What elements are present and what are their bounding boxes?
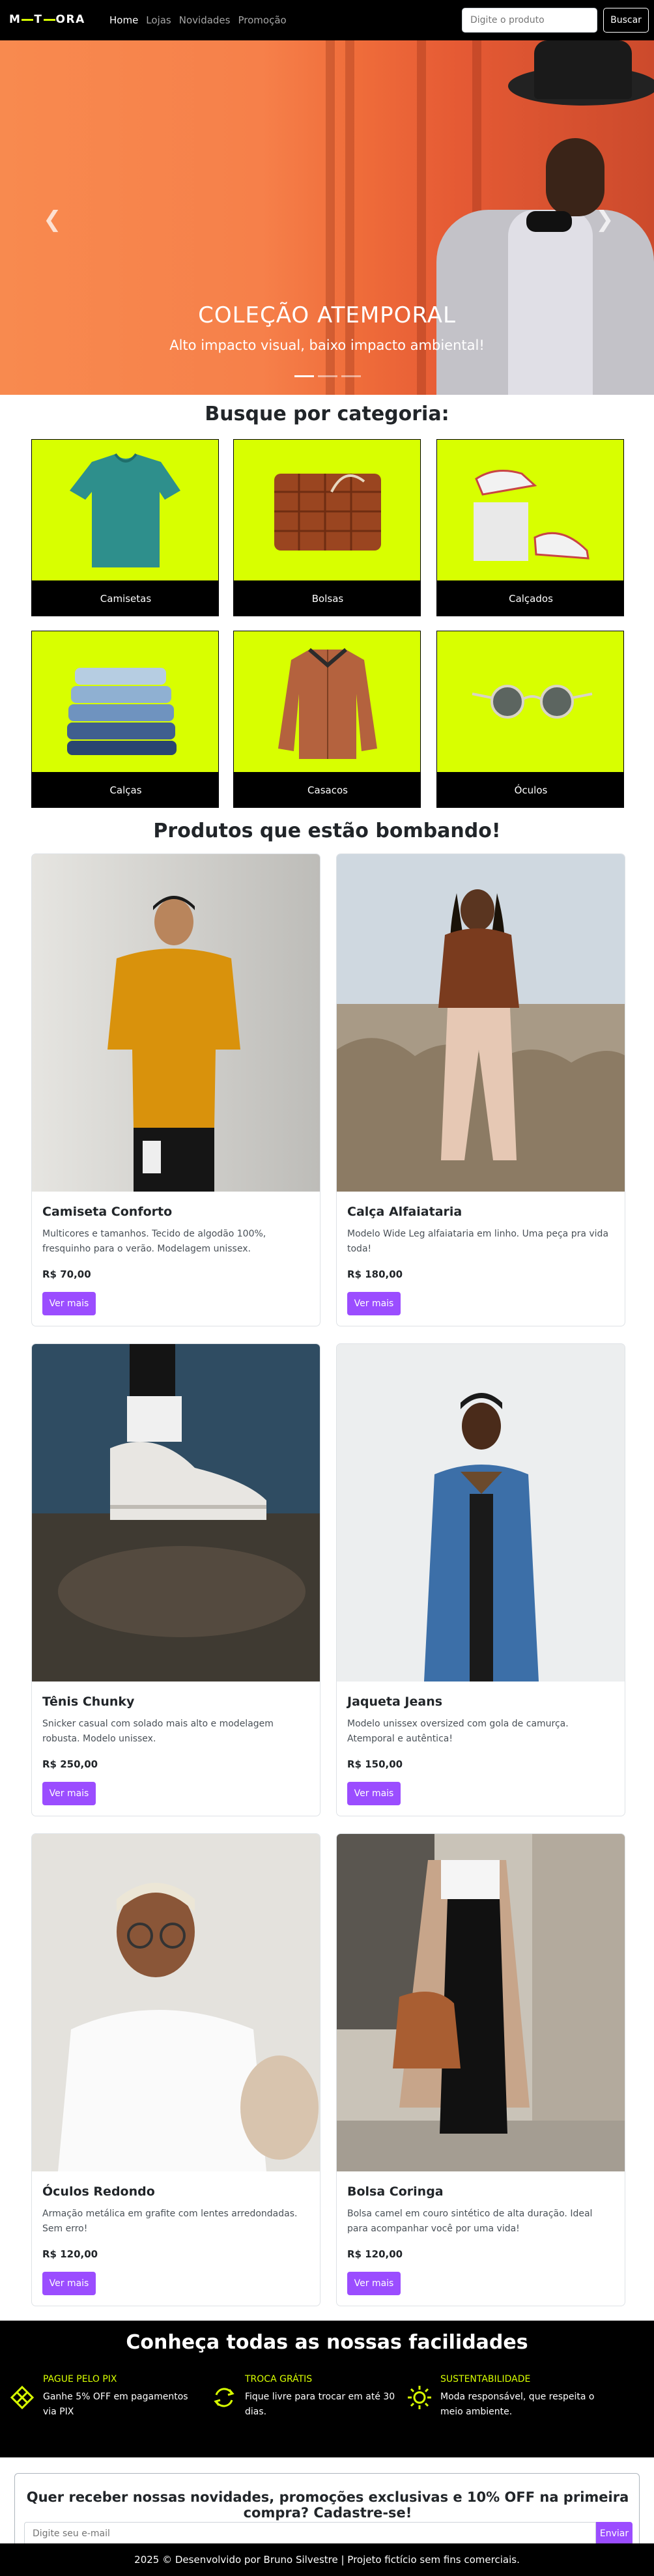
sunglasses-icon	[437, 631, 623, 772]
hero-subtitle: Alto impacto visual, baixo impacto ambie…	[169, 337, 485, 353]
feature-description: Fique livre para trocar em até 30 dias.	[245, 2392, 395, 2417]
product-description: Snicker casual com solado mais alto e mo…	[42, 1719, 274, 1744]
ver-mais-button[interactable]: Ver mais	[347, 1782, 401, 1805]
hero-title: COLEÇÃO ATEMPORAL	[198, 302, 456, 328]
product-description: Modelo Wide Leg alfaiataria em linho. Um…	[347, 1229, 609, 1254]
product-price: R$ 250,00	[42, 1758, 98, 1770]
ver-mais-button[interactable]: Ver mais	[42, 2272, 96, 2295]
search-input[interactable]	[462, 8, 597, 33]
jacket-icon	[234, 631, 420, 772]
product-card: Óculos Redondo Armação metálica em grafi…	[31, 1833, 320, 2306]
feature-description: Moda responsável, que respeita o meio am…	[440, 2392, 595, 2417]
sun-icon	[406, 2384, 433, 2411]
product-price: R$ 120,00	[42, 2248, 98, 2260]
feature-title: PAGUE PELO PIX	[43, 2374, 117, 2384]
category-card-camisetas[interactable]: Camisetas	[31, 439, 219, 616]
nav-link-home[interactable]: Home	[109, 14, 138, 26]
category-card-bolsas[interactable]: Bolsas	[233, 439, 421, 616]
product-title: Tênis Chunky	[42, 1695, 135, 1709]
feature-title: SUSTENTABILIDADE	[440, 2374, 531, 2384]
footer: 2025 © Desenvolvido por Bruno Silvestre …	[0, 2543, 654, 2576]
jeans-icon	[32, 631, 218, 772]
hero-model-bowtie	[526, 211, 572, 232]
category-label: Óculos	[437, 772, 623, 807]
products-title: Produtos que estão bombando!	[153, 820, 501, 842]
sneakers-icon	[437, 440, 623, 580]
nav-link-lojas[interactable]: Lojas	[146, 14, 171, 26]
tshirt-icon	[32, 440, 218, 580]
category-card-calcados[interactable]: Calçados	[436, 439, 624, 616]
category-label: Camisetas	[32, 580, 218, 616]
bag-icon	[234, 440, 420, 580]
product-price: R$ 180,00	[347, 1268, 403, 1280]
features-section: Conheça todas as nossas facilidades PAGU…	[0, 2321, 654, 2457]
ver-mais-button[interactable]: Ver mais	[42, 1292, 96, 1315]
chevron-right-icon[interactable]: ❯	[595, 207, 614, 233]
chevron-left-icon[interactable]: ❮	[43, 207, 62, 233]
product-title: Óculos Redondo	[42, 2184, 155, 2199]
category-label: Calçados	[437, 580, 623, 616]
product-title: Calça Alfaiataria	[347, 1205, 462, 1219]
ver-mais-button[interactable]: Ver mais	[347, 1292, 401, 1315]
ver-mais-button[interactable]: Ver mais	[42, 1782, 96, 1805]
carousel-indicators	[294, 375, 361, 377]
newsletter-title: Quer receber nossas novidades, promoções…	[26, 2489, 629, 2521]
footer-text: 2025 © Desenvolvido por Bruno Silvestre …	[134, 2554, 520, 2566]
product-description: Armação metálica em grafite com lentes a…	[42, 2209, 298, 2234]
category-card-casacos[interactable]: Casacos	[233, 631, 421, 808]
product-title: Jaqueta Jeans	[347, 1695, 443, 1709]
email-field[interactable]	[24, 2522, 596, 2545]
product-price: R$ 70,00	[42, 1268, 91, 1280]
product-card: Camiseta Conforto Multicores e tamanhos.…	[31, 853, 320, 1326]
exchange-icon	[211, 2384, 237, 2411]
carousel-indicator[interactable]	[341, 375, 361, 377]
product-title: Camiseta Conforto	[42, 1205, 173, 1219]
product-image	[337, 854, 625, 1192]
features-title: Conheça todas as nossas facilidades	[126, 2331, 528, 2354]
hero-model-head	[546, 138, 604, 216]
product-title: Bolsa Coringa	[347, 2184, 444, 2199]
hero-carousel: ❮ ❯ COLEÇÃO ATEMPORAL Alto impacto visua…	[0, 40, 654, 395]
search-button[interactable]: Buscar	[603, 8, 649, 33]
product-image	[337, 1834, 625, 2171]
feature-description: Ganhe 5% OFF em pagamentos via PIX	[43, 2392, 188, 2417]
carousel-indicator[interactable]	[318, 375, 337, 377]
product-image	[32, 1344, 320, 1682]
send-button[interactable]: Enviar	[596, 2522, 633, 2545]
category-label: Casacos	[234, 772, 420, 807]
feature-title: TROCA GRÁTIS	[245, 2374, 313, 2384]
nav-links: Home Lojas Novidades Promoção	[109, 14, 287, 26]
product-card: Jaqueta Jeans Modelo unissex oversized c…	[336, 1343, 625, 1816]
category-card-oculos[interactable]: Óculos	[436, 631, 624, 808]
product-description: Modelo unissex oversized com gola de cam…	[347, 1719, 569, 1744]
product-description: Multicores e tamanhos. Tecido de algodão…	[42, 1229, 266, 1254]
nav-link-promocao[interactable]: Promoção	[238, 14, 286, 26]
brand-logo[interactable]: M T ORA	[9, 13, 85, 26]
product-image	[337, 1344, 625, 1682]
navbar: MTORA Home Lojas Novidades Promoção Busc…	[0, 0, 654, 40]
carousel-indicator[interactable]	[294, 375, 314, 377]
product-image	[32, 854, 320, 1192]
category-label: Bolsas	[234, 580, 420, 616]
product-card: Bolsa Coringa Bolsa camel em couro sinté…	[336, 1833, 625, 2306]
category-label: Calças	[32, 772, 218, 807]
nav-link-novidades[interactable]: Novidades	[179, 14, 231, 26]
hero-model-hat-crown	[534, 40, 632, 99]
product-image	[32, 1834, 320, 2171]
product-description: Bolsa camel em couro sintético de alta d…	[347, 2209, 593, 2234]
product-card: Calça Alfaiataria Modelo Wide Leg alfaia…	[336, 853, 625, 1326]
product-price: R$ 120,00	[347, 2248, 403, 2260]
category-card-calcas[interactable]: Calças	[31, 631, 219, 808]
product-price: R$ 150,00	[347, 1758, 403, 1770]
product-card: Tênis Chunky Snicker casual com solado m…	[31, 1343, 320, 1816]
categories-title: Busque por categoria:	[205, 403, 449, 425]
ver-mais-button[interactable]: Ver mais	[347, 2272, 401, 2295]
pix-icon	[9, 2384, 35, 2411]
